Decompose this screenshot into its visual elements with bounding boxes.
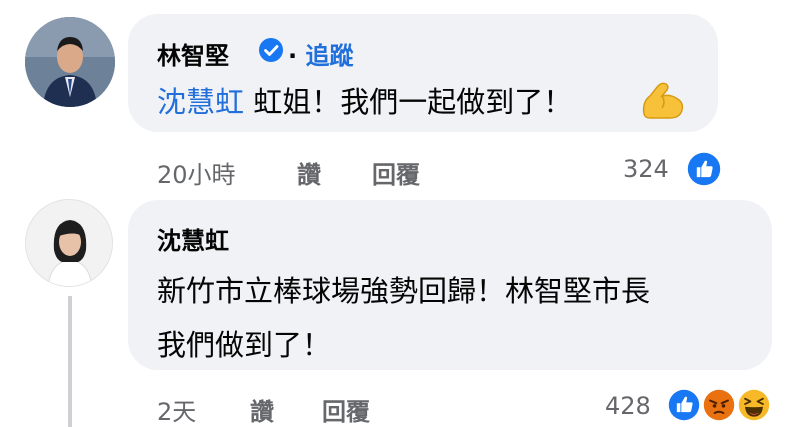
like-button[interactable]: 讚 <box>297 155 321 190</box>
reaction-count[interactable]: 428 <box>605 392 651 420</box>
mention-link[interactable]: 沈慧虹 <box>157 85 244 119</box>
haha-icon[interactable] <box>735 386 773 424</box>
person-portrait-icon <box>26 200 112 286</box>
like-button[interactable]: 讚 <box>250 392 274 427</box>
thread-line <box>68 296 72 427</box>
reply-button[interactable]: 回覆 <box>372 155 420 190</box>
follow-link[interactable]: 追蹤 <box>305 42 353 70</box>
like-icon[interactable] <box>665 386 703 424</box>
angry-icon[interactable] <box>700 386 738 424</box>
avatar-lin[interactable] <box>25 17 115 107</box>
comment-text-line2: 我們做到了！ <box>157 328 332 362</box>
separator-dot: · <box>288 42 298 70</box>
reaction-count[interactable]: 324 <box>623 155 669 183</box>
flexed-biceps-icon <box>642 82 684 119</box>
person-portrait-icon <box>25 17 115 107</box>
comment-text-line1: 新竹市立棒球場強勢回歸！林智堅市長 <box>157 274 651 308</box>
comment-time[interactable]: 20小時 <box>157 155 236 190</box>
verified-badge-icon <box>259 38 283 62</box>
comment-time[interactable]: 2天 <box>157 392 196 427</box>
comment-author[interactable]: 沈慧虹 <box>157 221 229 256</box>
like-icon[interactable] <box>684 149 724 189</box>
comment-author[interactable]: 林智堅 <box>157 42 229 70</box>
avatar-shen[interactable] <box>25 199 113 287</box>
reply-button[interactable]: 回覆 <box>322 392 370 427</box>
comment-text: 虹姐！我們一起做到了！ <box>244 85 573 119</box>
